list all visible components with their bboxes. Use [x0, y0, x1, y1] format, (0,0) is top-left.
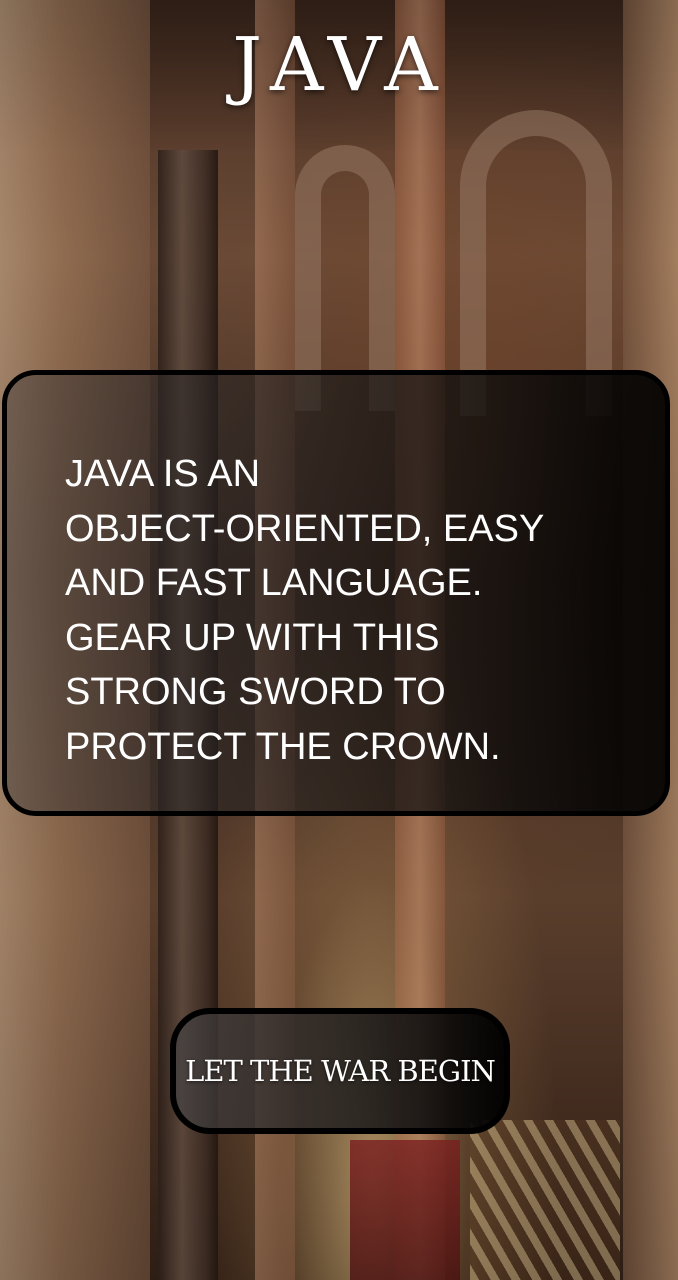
background-red-drape [350, 1140, 460, 1280]
background-floor-light [470, 1120, 620, 1280]
description-card: JAVA IS AN OBJECT-ORIENTED, EASY AND FAS… [2, 370, 670, 816]
let-the-war-begin-label: LET THE WAR BEGIN [185, 1054, 496, 1088]
description-text: JAVA IS AN OBJECT-ORIENTED, EASY AND FAS… [65, 453, 545, 768]
let-the-war-begin-button[interactable]: LET THE WAR BEGIN [170, 1008, 510, 1134]
page-title: JAVA [232, 22, 446, 108]
